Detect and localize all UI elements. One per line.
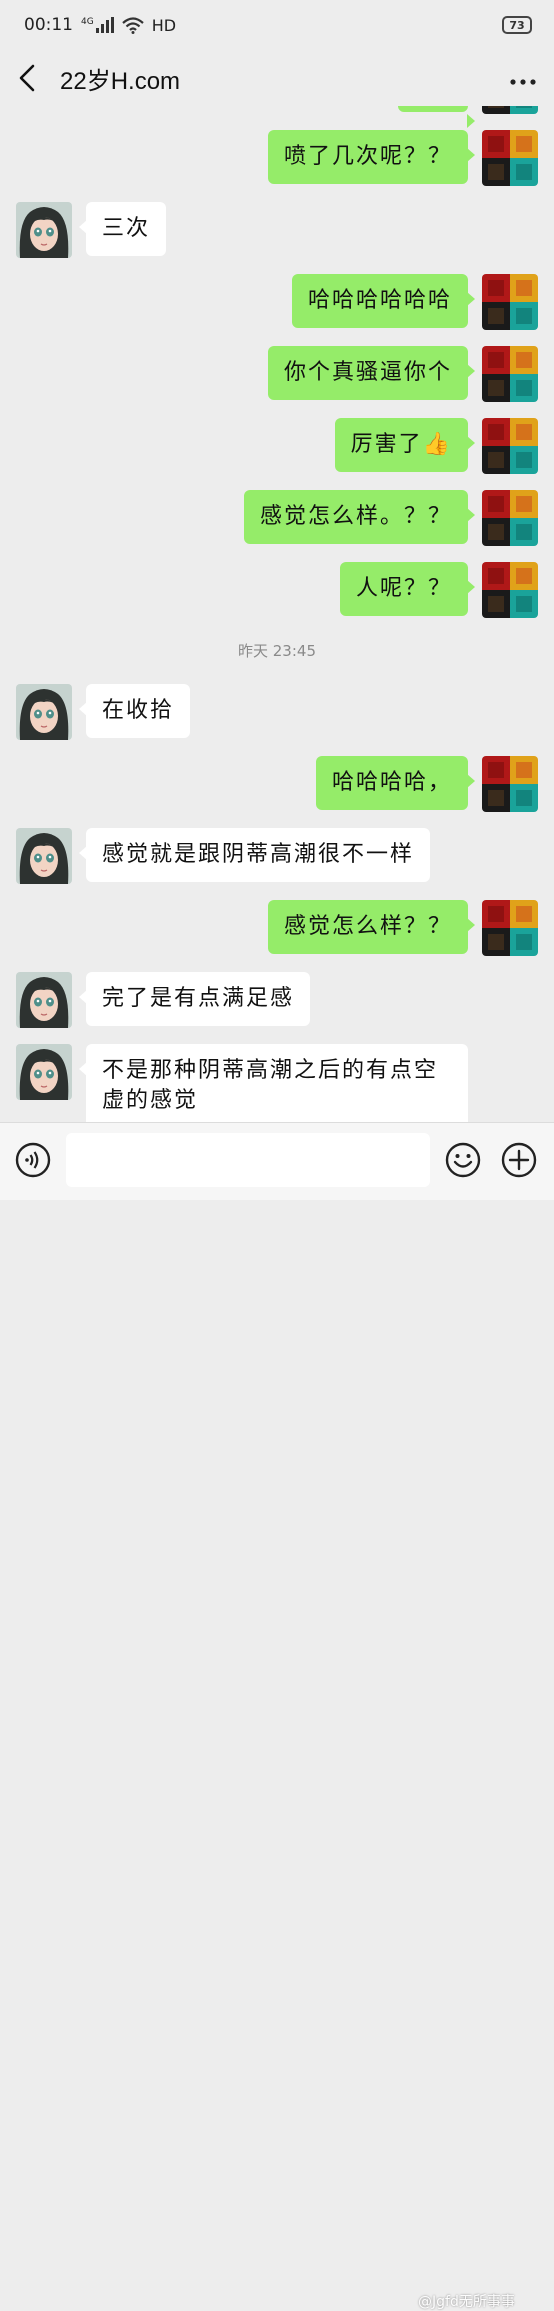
message-bubble-in[interactable]: 完了是有点满足感 bbox=[78, 972, 311, 1026]
message-bubble-out-partial[interactable] bbox=[398, 106, 475, 128]
message-bubble-out[interactable]: 厉害了👍 bbox=[334, 418, 476, 472]
avatar-self[interactable] bbox=[482, 346, 538, 402]
message-row: 完了是有点满足感 bbox=[0, 972, 554, 1028]
chevron-left-icon[interactable] bbox=[18, 58, 46, 98]
message-bubble-out[interactable]: 哈哈哈哈， bbox=[315, 756, 476, 810]
message-list[interactable]: 喷了几次呢？？ 三次 哈哈哈哈哈哈 你个真骚逼你个 厉害了👍 感觉怎么样。？？ … bbox=[0, 106, 554, 1122]
message-row: 你个真骚逼你个 bbox=[0, 346, 554, 402]
message-bubble-in[interactable]: 在收拾 bbox=[78, 684, 191, 738]
message-bubble-out[interactable]: 人呢？？ bbox=[339, 562, 476, 616]
avatar-self[interactable] bbox=[482, 418, 538, 474]
status-bar: 00:11 4G HD 73 bbox=[0, 0, 554, 50]
message-row: 感觉就是跟阴蒂高潮很不一样 bbox=[0, 828, 554, 884]
message-row: 不是那种阴蒂高潮之后的有点空虚的感觉 bbox=[0, 1044, 554, 1122]
avatar-self[interactable] bbox=[482, 900, 538, 956]
avatar-contact[interactable] bbox=[16, 202, 72, 258]
message-row: 喷了几次呢？？ bbox=[0, 130, 554, 186]
message-bubble-out[interactable]: 喷了几次呢？？ bbox=[267, 130, 476, 184]
avatar-self[interactable] bbox=[482, 756, 538, 812]
wifi-icon bbox=[121, 16, 144, 34]
status-left: 00:11 4G HD bbox=[24, 15, 176, 35]
hd-indicator: HD bbox=[151, 15, 177, 35]
message-row: 在收拾 bbox=[0, 684, 554, 740]
emoji-smile-icon[interactable] bbox=[444, 1141, 482, 1183]
message-row: 三次 bbox=[0, 202, 554, 258]
message-bubble-out[interactable]: 你个真骚逼你个 bbox=[267, 346, 476, 400]
input-bar: @Jgfd无所事事 bbox=[0, 1122, 554, 2310]
message-bubble-in[interactable]: 感觉就是跟阴蒂高潮很不一样 bbox=[78, 828, 431, 882]
signal-icon bbox=[95, 17, 114, 33]
plus-icon[interactable] bbox=[500, 1141, 538, 1183]
thumbs-up-emoji-icon: 👍 bbox=[422, 432, 452, 457]
avatar-contact[interactable] bbox=[16, 684, 72, 740]
network-indicator: 4G bbox=[81, 17, 114, 33]
avatar-contact[interactable] bbox=[16, 1044, 72, 1100]
message-row: 哈哈哈哈哈哈 bbox=[0, 274, 554, 330]
timestamp: 昨天 23:45 bbox=[238, 642, 316, 660]
message-row: 人呢？？ bbox=[0, 562, 554, 618]
message-row: 感觉怎么样？？ bbox=[0, 900, 554, 956]
avatar-self[interactable] bbox=[482, 130, 538, 186]
message-row: 厉害了👍 bbox=[0, 418, 554, 474]
message-bubble-in[interactable]: 三次 bbox=[78, 202, 167, 256]
network-type: 4G bbox=[81, 17, 94, 27]
message-row: 哈哈哈哈， bbox=[0, 756, 554, 812]
watermark: @Jgfd无所事事 bbox=[418, 2294, 515, 2310]
avatar-self[interactable] bbox=[482, 106, 538, 114]
message-row: 感觉怎么样。？？ bbox=[0, 490, 554, 546]
avatar-self[interactable] bbox=[482, 274, 538, 330]
more-dots-icon[interactable] bbox=[510, 64, 536, 92]
avatar-contact[interactable] bbox=[16, 972, 72, 1028]
message-row bbox=[0, 106, 554, 128]
message-text: 厉害了 bbox=[350, 432, 423, 457]
avatar-self[interactable] bbox=[482, 562, 538, 618]
message-bubble-out[interactable]: 哈哈哈哈哈哈 bbox=[291, 274, 476, 328]
voice-icon[interactable] bbox=[14, 1141, 52, 1183]
avatar-self[interactable] bbox=[482, 490, 538, 546]
message-bubble-in[interactable]: 不是那种阴蒂高潮之后的有点空虚的感觉 bbox=[79, 1044, 468, 1122]
status-time: 00:11 bbox=[24, 15, 73, 35]
battery-icon: 73 bbox=[502, 16, 532, 34]
chat-title: 22岁H.com bbox=[60, 67, 181, 95]
status-right: 73 bbox=[502, 16, 532, 34]
avatar-contact[interactable] bbox=[16, 828, 72, 884]
message-input[interactable] bbox=[66, 1133, 430, 1187]
message-bubble-out[interactable]: 感觉怎么样？？ bbox=[267, 900, 476, 954]
chat-header: 22岁H.com bbox=[0, 50, 554, 106]
battery-level: 73 bbox=[509, 18, 525, 32]
message-bubble-out[interactable]: 感觉怎么样。？？ bbox=[243, 490, 476, 544]
